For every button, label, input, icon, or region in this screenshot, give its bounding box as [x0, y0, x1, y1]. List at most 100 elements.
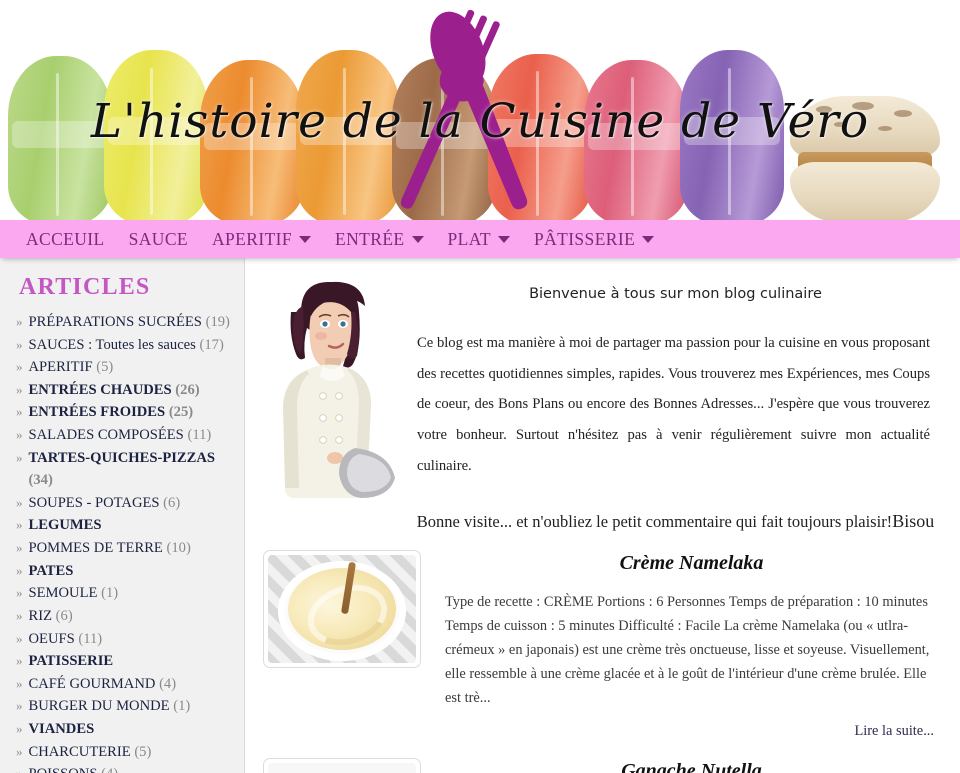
welcome-heading: Bienvenue à tous sur mon blog culinaire	[529, 286, 822, 302]
sidebar-item[interactable]: » PRÉPARATIONS SUCRÉES (19)	[14, 311, 236, 334]
sidebar-item[interactable]: » APERITIF (5)	[14, 356, 236, 379]
macaron-purple	[680, 50, 784, 220]
sidebar-item[interactable]: » SOUPES - POTAGES (6)	[14, 492, 236, 515]
sidebar-item-count: (6)	[163, 494, 181, 511]
sidebar-item[interactable]: » LEGUMES	[14, 514, 236, 537]
nav-item-acceuil[interactable]: ACCEUIL	[14, 229, 117, 250]
sidebar-item[interactable]: » POMMES DE TERRE (10)	[14, 537, 236, 560]
sidebar-item[interactable]: » BURGER DU MONDE (1)	[14, 695, 236, 718]
sidebar-item-label: RIZ	[28, 607, 53, 624]
sidebar-item[interactable]: » SALADES COMPOSÉES (11)	[14, 424, 236, 447]
sidebar-item[interactable]: » SAUCES : Toutes les sauces (17)	[14, 334, 236, 357]
sidebar-item-label: BURGER DU MONDE	[28, 698, 170, 715]
post-title[interactable]: Ganache Nutella	[435, 760, 948, 773]
chevron-marker-icon: »	[16, 653, 23, 669]
macaron-pink	[584, 60, 688, 220]
post-body: Crème Namelaka Type de recette : CRÈME P…	[435, 550, 948, 740]
page-root: L'histoire de la Cuisine de Véro ACCEUIL…	[0, 0, 960, 773]
sidebar-item-label: SALADES COMPOSÉES	[28, 427, 184, 444]
nav-label: SAUCE	[128, 228, 189, 249]
closing-signature: Bisou	[892, 511, 935, 532]
sidebar-item[interactable]: » ENTRÉES FROIDES (25)	[14, 401, 236, 424]
sidebar-item-label: PATES	[28, 562, 74, 579]
sidebar-item-label: PATISSERIE	[28, 653, 114, 670]
post-thumbnail[interactable]	[263, 550, 421, 669]
sidebar-item-count: (6)	[55, 607, 73, 624]
post-thumbnail[interactable]	[263, 757, 421, 773]
sidebar-item[interactable]: » OEUFS (11)	[14, 628, 236, 651]
sidebar-item[interactable]: » CHARCUTERIE (5)	[14, 741, 236, 764]
macaron-yellow	[104, 50, 208, 220]
sidebar-item-count: (11)	[78, 630, 103, 647]
sidebar-item-text: SOUPES - POTAGES (6)	[29, 492, 237, 515]
macaron-orange	[200, 60, 304, 220]
sidebar-item-text: PATISSERIE	[29, 650, 237, 673]
sidebar-item-label: LEGUMES	[28, 517, 102, 534]
sidebar-item-text: POISSONS (4)	[29, 763, 237, 773]
nav-item-patisserie[interactable]: PÂTISSERIE	[522, 229, 666, 250]
chevron-marker-icon: »	[16, 359, 23, 375]
sidebar-item-text: PRÉPARATIONS SUCRÉES (19)	[29, 311, 237, 334]
chevron-down-icon	[642, 235, 655, 243]
nav-label: PÂTISSERIE	[533, 228, 636, 249]
sidebar-item-label: PRÉPARATIONS SUCRÉES	[28, 314, 202, 330]
sidebar-item[interactable]: » POISSONS (4)	[14, 763, 236, 773]
sidebar-item[interactable]: » PATISSERIE	[14, 650, 236, 673]
sidebar-item-label: TARTES-QUICHES-PIZZAS	[28, 449, 216, 466]
sidebar-item-text: RIZ (6)	[29, 605, 237, 628]
sidebar-item-count: (4)	[159, 675, 177, 692]
cutlery-graphic	[400, 9, 528, 210]
nav-item-sauce[interactable]: SAUCE	[117, 229, 200, 250]
sidebar-item-label: SEMOULE	[28, 585, 98, 602]
nav-item-plat[interactable]: PLAT	[436, 229, 522, 250]
chevron-marker-icon: »	[16, 381, 23, 397]
sidebar-item-count: (1)	[101, 585, 119, 602]
sidebar-item[interactable]: » ENTRÉES CHAUDES (26)	[14, 379, 236, 402]
sidebar-item-text: TARTES-QUICHES-PIZZAS (34)	[29, 447, 237, 492]
sidebar-item-label: APERITIF	[28, 359, 93, 376]
sidebar-item-count: (19)	[205, 314, 230, 330]
sidebar-item[interactable]: » SEMOULE (1)	[14, 582, 236, 605]
nav-label: PLAT	[447, 228, 491, 249]
chevron-marker-icon: »	[16, 494, 23, 510]
chevron-down-icon	[411, 235, 424, 243]
site-banner: L'histoire de la Cuisine de Véro	[0, 0, 960, 220]
chevron-marker-icon: »	[16, 607, 23, 623]
post-body: Ganache Nutella Type de recette : Prépar…	[435, 758, 948, 773]
cream-bowl-photo	[268, 555, 416, 664]
chevron-down-icon	[299, 235, 312, 243]
sidebar-item-label: ENTRÉES FROIDES	[28, 404, 166, 421]
intro-section: Bienvenue à tous sur mon blog culinaire …	[263, 272, 948, 532]
sidebar-item[interactable]: » VIANDES	[14, 718, 236, 741]
intro-text-block: Bienvenue à tous sur mon blog culinaire …	[403, 272, 948, 532]
sidebar-item-count: (1)	[173, 698, 191, 715]
sidebar-item-count: (25)	[168, 404, 194, 421]
nav-item-aperitif[interactable]: APERITIF	[200, 229, 323, 250]
sidebar-item-label: SAUCES : Toutes les sauces	[28, 336, 196, 353]
macaron-green	[8, 56, 112, 220]
sidebar-item[interactable]: » CAFÉ GOURMAND (4)	[14, 673, 236, 696]
sidebar-item-text: SAUCES : Toutes les sauces (17)	[29, 334, 237, 357]
post-item: Ganache Nutella Type de recette : Prépar…	[263, 757, 948, 773]
sidebar-item[interactable]: » TARTES-QUICHES-PIZZAS (34)	[14, 447, 236, 492]
read-more-link[interactable]: Lire la suite...	[435, 723, 934, 740]
sidebar-item-text: BURGER DU MONDE (1)	[29, 695, 237, 718]
sidebar: ARTICLES » PRÉPARATIONS SUCRÉES (19) » SAUC…	[0, 258, 245, 773]
chevron-marker-icon: »	[16, 585, 23, 601]
closing-text: Bonne visite... et n'oubliez le petit co…	[416, 512, 893, 532]
sidebar-item[interactable]: » PATES	[14, 560, 236, 583]
post-title[interactable]: Crème Namelaka	[435, 552, 948, 575]
sidebar-item-count: (4)	[101, 766, 118, 773]
nav-item-entree[interactable]: ENTRÉE	[323, 229, 435, 250]
chevron-marker-icon: »	[16, 562, 23, 578]
sidebar-item-count: (5)	[96, 359, 114, 376]
sidebar-item[interactable]: » RIZ (6)	[14, 605, 236, 628]
chef-illustration	[263, 272, 395, 504]
sidebar-item-text: CAFÉ GOURMAND (4)	[29, 673, 237, 696]
chevron-marker-icon: »	[16, 449, 23, 465]
chevron-marker-icon: »	[16, 630, 23, 646]
sidebar-item-label: CHARCUTERIE	[28, 743, 131, 760]
chocolate-blocks-photo	[268, 762, 416, 773]
nav-label: APERITIF	[212, 228, 293, 249]
sidebar-item-text: POMMES DE TERRE (10)	[29, 537, 237, 560]
